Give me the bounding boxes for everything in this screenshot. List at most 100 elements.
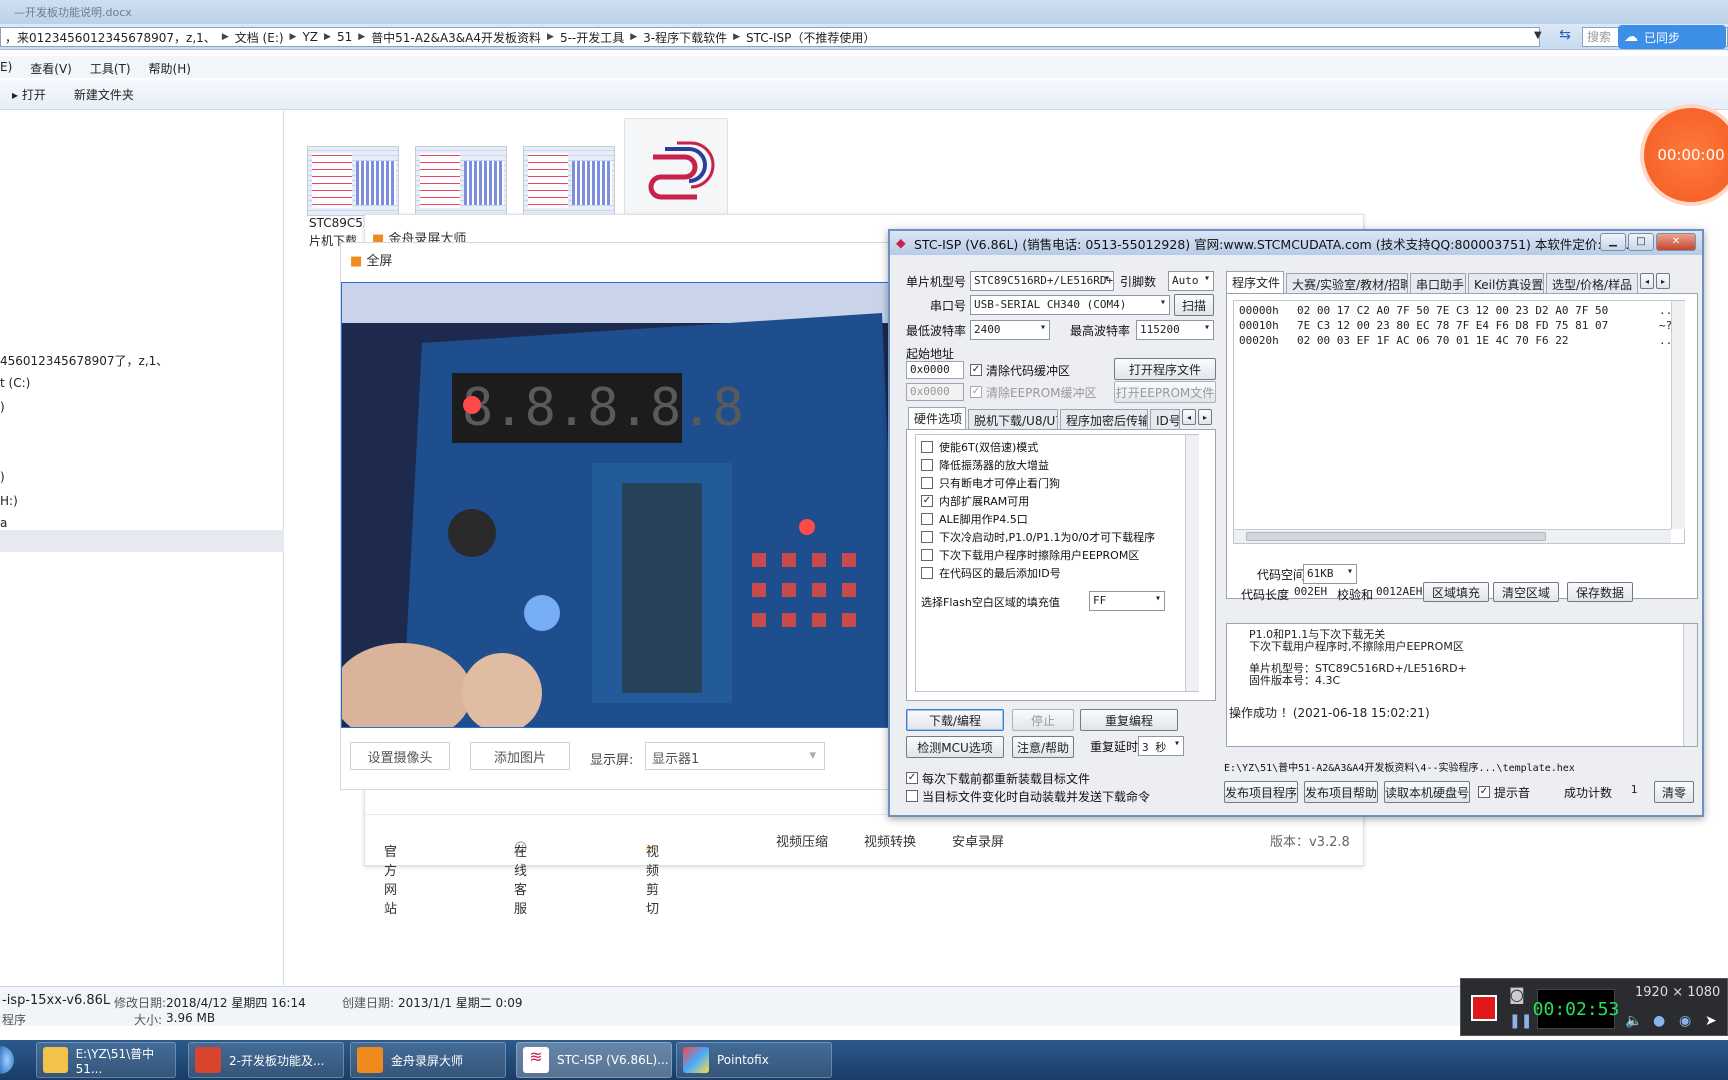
stc-isp-file-icon[interactable] [624,118,728,218]
clear-count-button[interactable]: 清零 [1654,781,1694,803]
option-checkbox[interactable] [921,477,933,489]
option-checkbox[interactable] [921,441,933,453]
download-button[interactable]: 下载/编程 [906,709,1004,731]
breadcrumb-item[interactable]: 51 [337,30,352,44]
tab-program-file[interactable]: 程序文件 [1226,271,1284,293]
tab-scroll-left-icon[interactable]: ◂ [1182,409,1196,425]
code-addr-input[interactable]: 0x0000 [906,361,964,379]
tab-offline-download[interactable]: 脱机下载/U8/U7 [968,409,1058,429]
code-space-select[interactable]: 61KB [1303,564,1357,584]
camera-settings-button[interactable]: 设置摄像头 [350,742,450,770]
breadcrumb-item[interactable]: STC-ISP（不推荐使用） [746,29,875,46]
file-thumbnail[interactable] [523,146,615,216]
file-thumbnail[interactable] [415,146,507,216]
file-thumbnail[interactable] [307,146,399,216]
android-record-link[interactable]: 安卓录屏 [952,831,1004,850]
option-checkbox[interactable] [921,459,933,471]
taskbar-recorder[interactable]: 金舟录屏大师 [350,1042,506,1078]
open-program-button[interactable]: 打开程序文件 [1114,358,1216,380]
video-compress-link[interactable]: 视频压缩 [776,831,828,850]
publish-program-button[interactable]: 发布项目程序 [1224,781,1298,803]
cursor-icon[interactable]: ➤ [1705,1013,1717,1029]
stop-button[interactable]: 停止 [1012,709,1074,731]
clear-code-checkbox[interactable]: ✓ [970,364,982,376]
nav-item[interactable]: 456012345678907了，z,1、 [0,352,168,369]
taskbar-pointofix[interactable]: Pointofix [676,1042,832,1078]
tab-id-number[interactable]: ID号 [1150,409,1180,429]
scrollbar-thumb[interactable] [1246,532,1546,541]
tab-hardware-options[interactable]: 硬件选项 [908,407,966,429]
nav-item[interactable]: ) [0,400,5,414]
option-checkbox[interactable] [921,531,933,543]
camera-icon[interactable]: ◙ [1509,985,1525,1004]
menu-tools[interactable]: 工具(T) [90,60,131,78]
close-button[interactable]: ✕ [1656,233,1696,251]
option-checkbox[interactable]: ✓ [921,495,933,507]
menu-edit[interactable]: E) [0,60,12,78]
cloud-sync-badge[interactable]: ☁ 已同步 [1618,25,1726,49]
maximize-button[interactable]: □ [1628,233,1654,251]
breadcrumb-item[interactable]: 3-程序下载软件 [643,29,727,46]
option-checkbox[interactable] [921,549,933,561]
video-convert-link[interactable]: 视频转换 [864,831,916,850]
minimize-button[interactable]: ▁ [1600,233,1626,251]
max-baud-select[interactable]: 115200 [1136,320,1214,340]
mcu-select[interactable]: STC89C516RD+/LE516RD+ [970,271,1114,291]
chevron-down-icon[interactable]: ▼ [1534,30,1542,41]
save-data-button[interactable]: 保存数据 [1567,582,1633,602]
pin-select[interactable]: Auto [1168,271,1214,291]
tab-keil-settings[interactable]: Keil仿真设置 [1468,273,1544,293]
log-scrollbar[interactable] [1683,624,1697,746]
nav-item[interactable]: H:) [0,494,18,508]
start-button[interactable] [0,1046,14,1074]
breadcrumb-item[interactable]: ，来0123456012345678907，z,1、 [5,29,216,46]
pause-icon[interactable]: ❚❚ [1509,1013,1532,1029]
breadcrumb[interactable]: ，来0123456012345678907，z,1、 ▶ 文档 (E:) ▶ YZ ▶… [0,27,1540,47]
open-eeprom-button[interactable]: 打开EEPROM文件 [1114,381,1216,403]
detect-mcu-button[interactable]: 检测MCU选项 [906,736,1004,758]
tab-serial-assistant[interactable]: 串口助手 [1410,273,1466,293]
option-checkbox[interactable] [921,567,933,579]
repeat-delay-select[interactable]: 3 秒 [1138,736,1184,756]
fill-value-select[interactable]: FF [1089,591,1165,611]
option-checkbox[interactable] [921,513,933,525]
refresh-icon[interactable]: ⇆ [1554,27,1576,47]
webcam-icon[interactable]: ◉ [1679,1013,1691,1029]
breadcrumb-item[interactable]: 5--开发工具 [560,29,624,46]
tab-contest-lab[interactable]: 大赛/实验室/教材/招聘 [1286,273,1408,293]
menu-view[interactable]: 查看(V) [30,60,72,78]
breadcrumb-item[interactable]: 普中51-A2&A3&A4开发板资料 [371,29,541,46]
nav-item[interactable]: ) [0,470,5,484]
mic-icon[interactable]: ● [1653,1013,1665,1029]
nav-item[interactable]: a [0,516,7,530]
tab-selection-price[interactable]: 选型/价格/样品 [1546,273,1638,293]
port-select[interactable]: USB-SERIAL CH340 (COM4) [970,295,1170,315]
tab-scroll-left-icon[interactable]: ◂ [1640,273,1654,289]
nav-item-drive-c[interactable]: t (C:) [0,376,30,390]
publish-help-button[interactable]: 发布项目帮助 [1304,781,1378,803]
open-button[interactable]: ▸ 打开 [12,86,46,103]
stop-record-button[interactable] [1471,995,1497,1021]
eeprom-addr-input[interactable]: 0x0000 [906,383,964,401]
options-scrollbar[interactable] [1185,435,1199,691]
read-disk-button[interactable]: 读取本机硬盘号 [1384,781,1470,803]
tab-encrypted-transfer[interactable]: 程序加密后传输 [1060,409,1148,429]
taskbar-explorer[interactable]: E:\YZ\51\普中51... [36,1042,176,1078]
taskbar-stc-isp[interactable]: ≋ STC-ISP (V6.86L)... [516,1042,672,1078]
display-select[interactable]: 显示器1 ▾ [645,742,825,770]
tab-scroll-right-icon[interactable]: ▸ [1198,409,1212,425]
notes-help-button[interactable]: 注意/帮助 [1012,736,1074,758]
scan-button[interactable]: 扫描 [1174,294,1214,316]
fill-area-button[interactable]: 区域填充 [1423,582,1489,602]
repeat-program-button[interactable]: 重复编程 [1080,709,1178,731]
taskbar-document[interactable]: 2-开发板功能及... [188,1042,344,1078]
new-folder-button[interactable]: 新建文件夹 [74,86,134,103]
min-baud-select[interactable]: 2400 [970,320,1050,340]
beep-checkbox[interactable]: ✓ [1478,786,1490,798]
auto-reload-checkbox[interactable] [906,790,918,802]
speaker-icon[interactable]: 🔈 [1625,1013,1642,1029]
reload-each-checkbox[interactable]: ✓ [906,772,918,784]
add-image-button[interactable]: 添加图片 [470,742,570,770]
breadcrumb-item[interactable]: YZ [302,30,318,44]
hex-vertical-scrollbar[interactable] [1671,301,1685,529]
